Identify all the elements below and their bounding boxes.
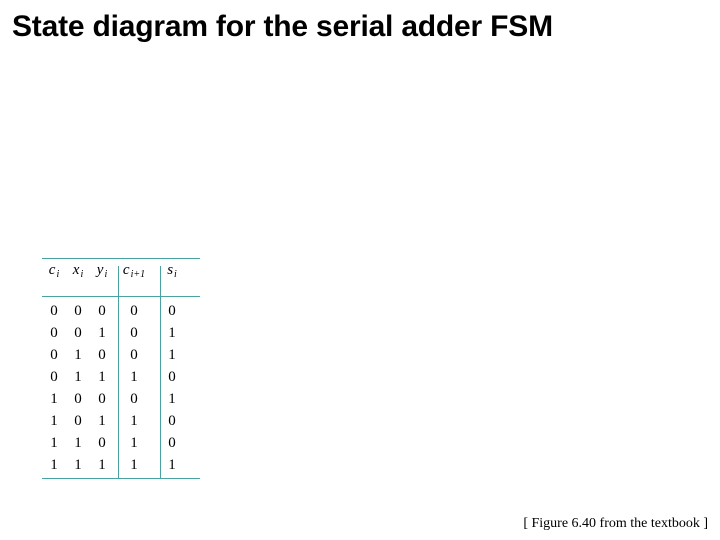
truth-table: ci xi yi ci+1 si 0 0 0 0 0 0 0 1 0 1 0 1… (42, 262, 190, 479)
table-row: 1 1 1 1 1 (42, 457, 190, 479)
cell: 0 (90, 303, 114, 320)
slide: State diagram for the serial adder FSM c… (0, 0, 720, 540)
table-row: 1 0 0 0 1 (42, 391, 190, 413)
cell: 0 (114, 303, 154, 320)
cell: 0 (42, 303, 66, 320)
table-row: 0 1 1 1 0 (42, 369, 190, 391)
cell: 1 (66, 435, 90, 452)
cell: 1 (42, 435, 66, 452)
cell: 0 (66, 391, 90, 408)
cell: 1 (154, 391, 190, 408)
cell: 1 (90, 413, 114, 430)
cell: 0 (42, 369, 66, 386)
table-rule-top (42, 258, 200, 259)
cell: 1 (42, 391, 66, 408)
cell: 0 (154, 369, 190, 386)
col-header-ci: ci (42, 262, 66, 279)
cell: 1 (154, 325, 190, 342)
cell: 0 (42, 347, 66, 364)
cell: 0 (66, 325, 90, 342)
cell: 0 (90, 347, 114, 364)
cell: 1 (90, 325, 114, 342)
table-row: 1 1 0 1 0 (42, 435, 190, 457)
table-row: 1 0 1 1 0 (42, 413, 190, 435)
table-header: ci xi yi ci+1 si (42, 262, 190, 279)
cell: 0 (90, 435, 114, 452)
cell: 1 (114, 369, 154, 386)
cell: 0 (114, 391, 154, 408)
cell: 1 (66, 369, 90, 386)
page-title: State diagram for the serial adder FSM (12, 10, 553, 44)
cell: 1 (90, 457, 114, 474)
cell: 0 (114, 325, 154, 342)
cell: 0 (114, 347, 154, 364)
col-header-xi: xi (66, 262, 90, 279)
cell: 1 (154, 457, 190, 474)
col-header-yi: yi (90, 262, 114, 279)
cell: 1 (114, 457, 154, 474)
cell: 0 (66, 303, 90, 320)
cell: 1 (154, 347, 190, 364)
cell: 1 (114, 435, 154, 452)
table-row: 0 1 0 0 1 (42, 347, 190, 369)
col-header-si: si (154, 262, 190, 279)
cell: 1 (114, 413, 154, 430)
cell: 1 (90, 369, 114, 386)
cell: 0 (90, 391, 114, 408)
cell: 1 (66, 457, 90, 474)
cell: 0 (154, 435, 190, 452)
cell: 0 (154, 303, 190, 320)
cell: 0 (66, 413, 90, 430)
cell: 1 (42, 457, 66, 474)
cell: 0 (154, 413, 190, 430)
col-header-ci1: ci+1 (114, 262, 154, 279)
cell: 1 (66, 347, 90, 364)
cell: 0 (42, 325, 66, 342)
table-row: 0 0 0 0 0 (42, 303, 190, 325)
cell: 1 (42, 413, 66, 430)
table-row: 0 0 1 0 1 (42, 325, 190, 347)
figure-caption: [ Figure 6.40 from the textbook ] (523, 516, 708, 532)
